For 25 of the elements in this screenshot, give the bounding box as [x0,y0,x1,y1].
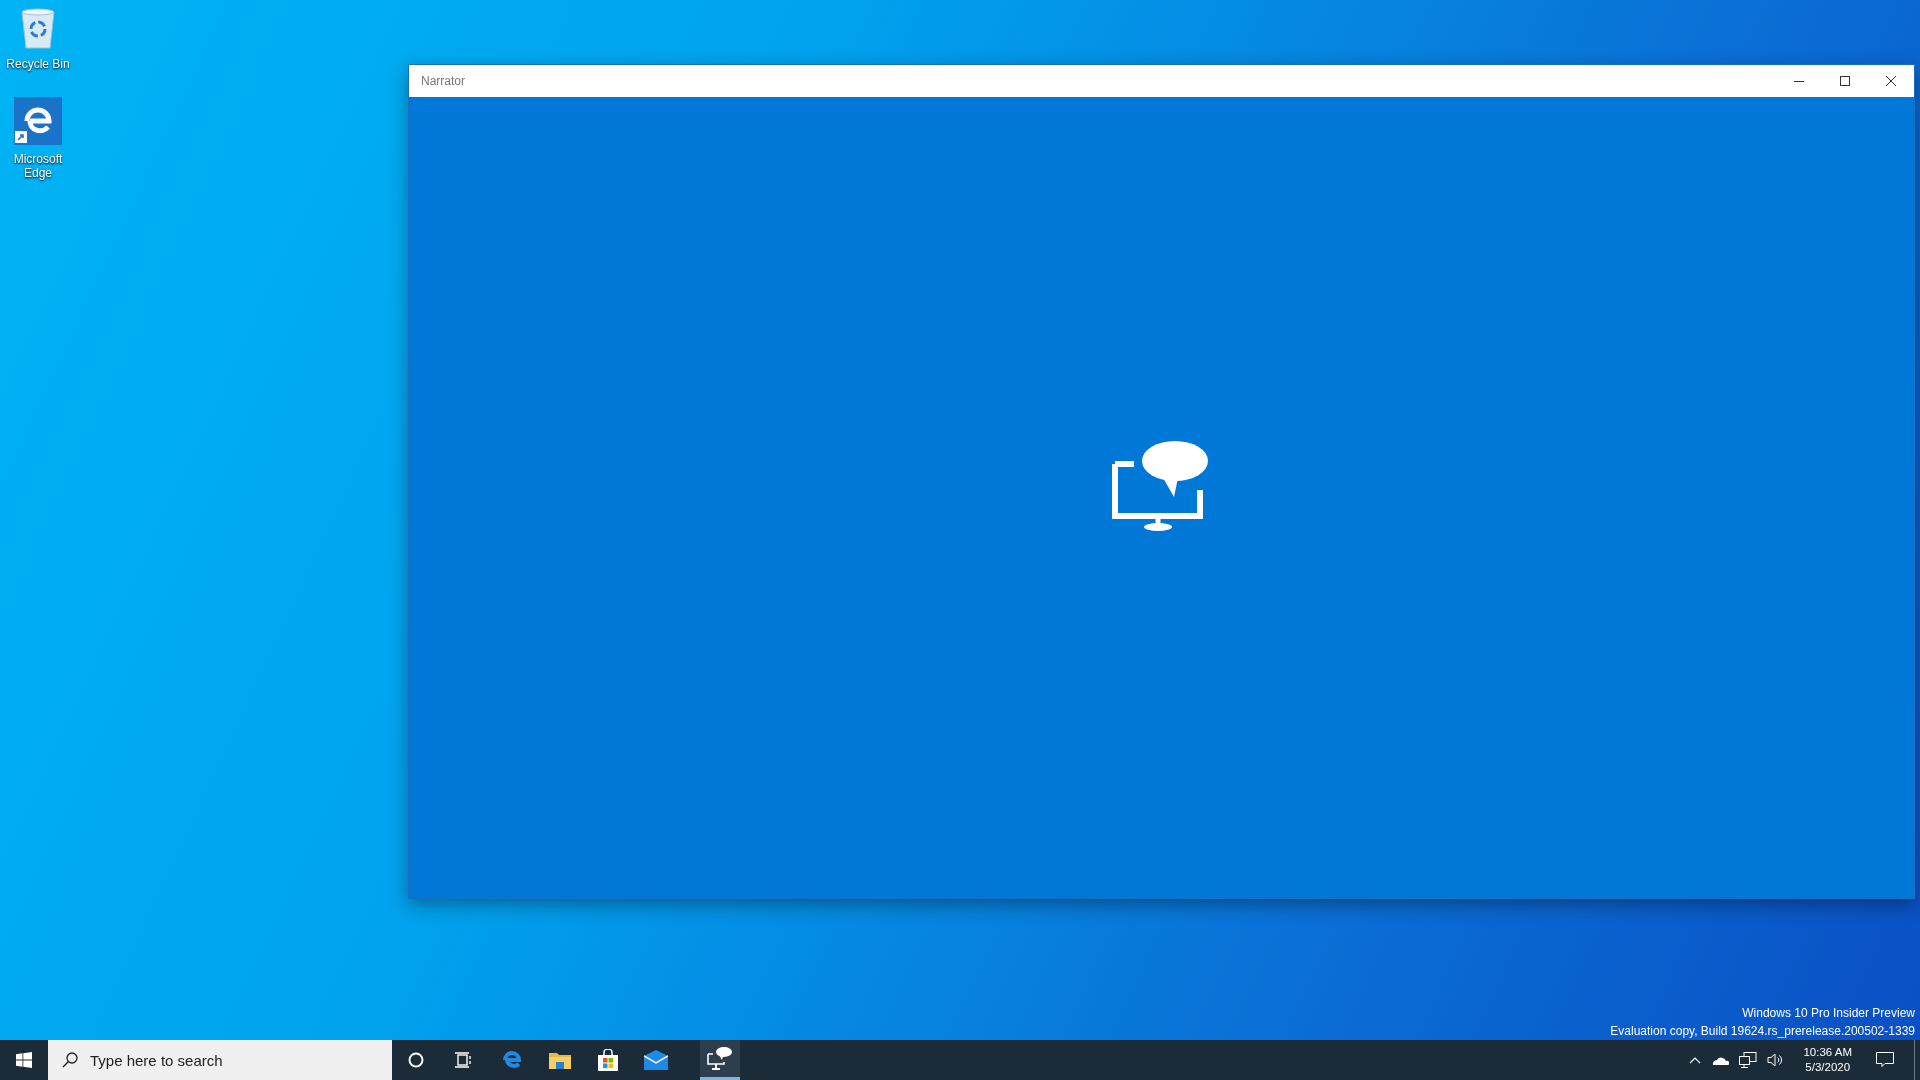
network-icon[interactable] [1739,1052,1758,1068]
search-placeholder: Type here to search [90,1051,223,1069]
windows-logo-icon [16,1052,32,1068]
clock[interactable]: 10:36 AM 5/3/2020 [1793,1045,1862,1075]
edge-icon [14,97,62,145]
close-icon [1886,76,1896,86]
build-info-text: Evaluation copy, Build 19624.rs_prerelease.200502-1339 [1610,1023,1915,1040]
search-icon [62,1052,78,1068]
notification-icon[interactable] [1876,1052,1894,1068]
speaker-icon[interactable] [1767,1052,1784,1068]
maximize-icon [1840,76,1850,86]
build-info-text: Windows 10 Pro Insider Preview [1742,1005,1915,1022]
edge-icon [501,1049,523,1071]
search-field[interactable]: Type here to search [48,1040,392,1080]
window-title: Narrator [420,74,466,88]
taskbar-app-button[interactable] [700,1040,740,1080]
envelope-icon [644,1050,668,1070]
chevron-up-icon[interactable] [1689,1056,1702,1064]
shopping-bag-icon [597,1049,619,1071]
folder-icon [549,1051,571,1069]
task-view-icon [455,1052,473,1068]
narrator-icon [707,1046,733,1071]
cloud-icon[interactable] [1711,1055,1730,1065]
circle-icon [408,1052,424,1068]
recycle-bin-icon [18,6,58,50]
